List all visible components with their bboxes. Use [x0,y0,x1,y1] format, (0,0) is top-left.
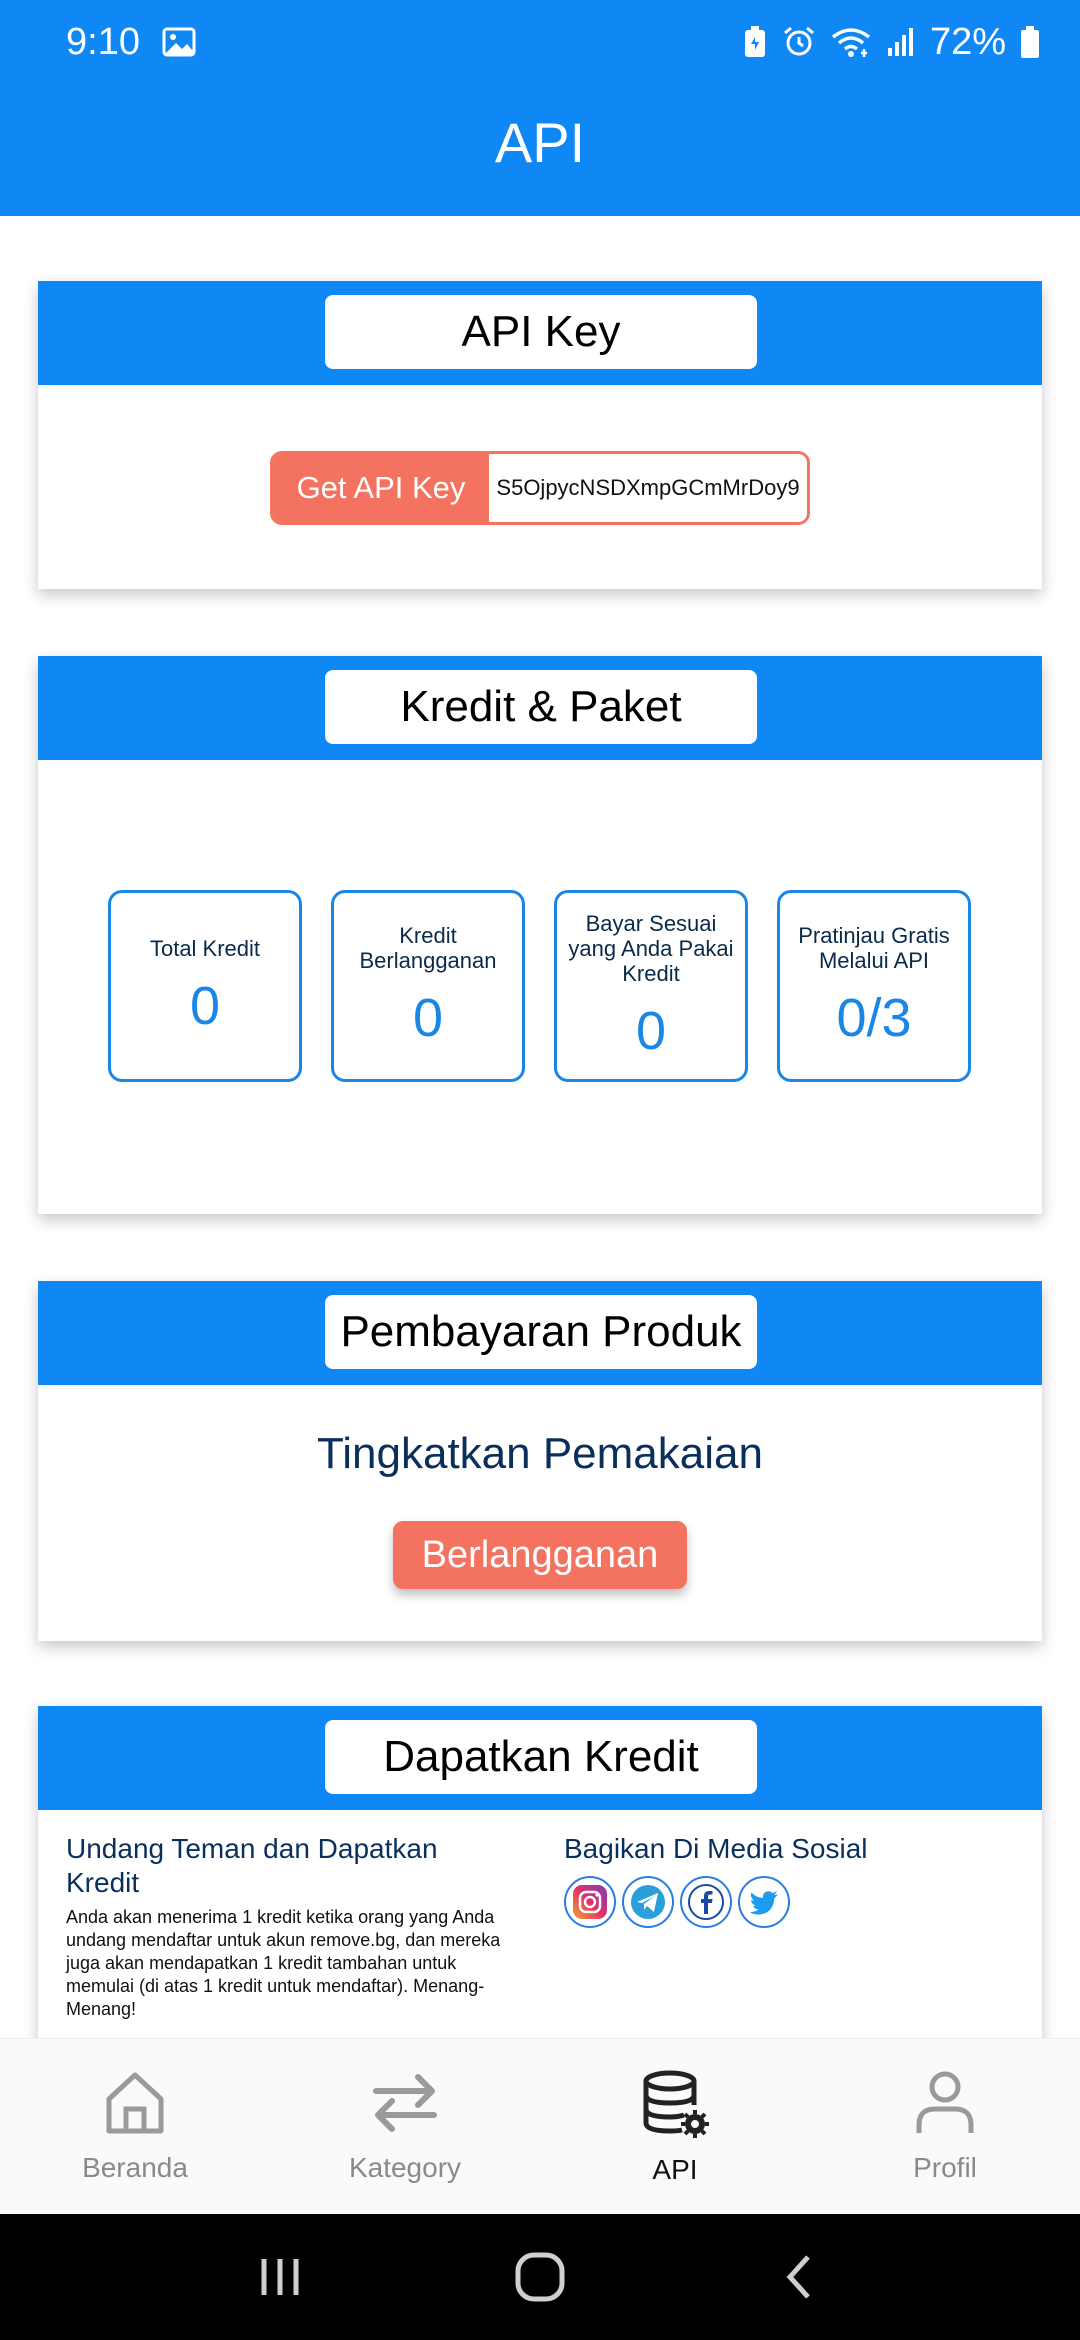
invite-description: Anda akan menerima 1 kredit ketika orang… [66,1907,501,2019]
nav-item-kategory[interactable]: Kategory [270,2039,540,2214]
card-header: Dapatkan Kredit [38,1706,1042,1810]
stat-label: Bayar Sesuai yang Anda Pakai Kredit [568,910,734,986]
instagram-icon[interactable] [564,1876,616,1928]
telegram-icon[interactable] [622,1876,674,1928]
nav-label: Profil [913,2152,977,2183]
upgrade-headline: Tingkatkan Pemakaian [317,1429,763,1478]
stat-label: Total Kredit [149,935,261,961]
database-gear-icon [640,2069,710,2144]
nav-item-api[interactable]: API [540,2039,810,2214]
swap-arrows-icon [370,2069,440,2142]
facebook-icon[interactable] [680,1876,732,1928]
gallery-icon [162,27,196,57]
stat-label: Pratinjau Gratis Melalui API [798,923,950,973]
status-bar: 9:10 72% [0,0,1080,84]
stat-bayar-sesuai: Bayar Sesuai yang Anda Pakai Kredit 0 [554,890,748,1082]
bottom-navigation: Beranda Kategory API Profil [0,2038,1080,2214]
battery-saver-icon [742,25,768,59]
card-header: API Key [38,281,1042,385]
nav-item-profil[interactable]: Profil [810,2039,1080,2214]
card-title: Dapatkan Kredit [325,1720,757,1794]
share-section: Bagikan Di Media Sosial [564,1832,1004,1928]
wifi-icon [830,25,872,59]
stat-kredit-berlangganan: Kredit Berlangganan 0 [331,890,525,1082]
get-api-key-button[interactable]: Get API Key [273,454,489,522]
api-key-card: API Key Get API Key S5OjpycNSDXmpGCmMrDo… [38,281,1042,589]
invite-section: Undang Teman dan Dapatkan Kredit Anda ak… [66,1832,516,2021]
alarm-icon [782,25,816,59]
stat-pratinjau-gratis: Pratinjau Gratis Melalui API 0/3 [777,890,971,1082]
stat-value: 0 [412,988,444,1048]
nav-label: Kategory [348,2152,462,2183]
battery-percent: 72% [929,20,1006,63]
app-header: 9:10 72% API [0,0,1080,216]
home-button-icon[interactable] [500,2237,580,2317]
social-buttons [564,1876,1004,1928]
stat-value: 0 [635,1000,667,1061]
pembayaran-produk-card: Pembayaran Produk Tingkatkan Pemakaian B… [38,1281,1042,1641]
stat-total-kredit: Total Kredit 0 [108,890,302,1082]
nav-item-beranda[interactable]: Beranda [0,2039,270,2214]
battery-icon [1020,25,1040,59]
stat-label: Kredit Berlangganan [359,923,497,973]
stat-value: 0/3 [836,988,912,1048]
status-time: 9:10 [66,20,140,63]
nav-label: Beranda [82,2152,188,2183]
twitter-icon[interactable] [738,1876,790,1928]
card-header: Pembayaran Produk [38,1281,1042,1385]
page-title: API [494,111,586,174]
subscribe-button[interactable]: Berlangganan [393,1521,687,1589]
card-title: Kredit & Paket [325,670,757,744]
recent-apps-icon[interactable] [240,2237,320,2317]
system-navigation-bar [0,2214,1080,2340]
dapatkan-kredit-card: Dapatkan Kredit Undang Teman dan Dapatka… [38,1706,1042,2046]
card-header: Kredit & Paket [38,656,1042,760]
card-title: Pembayaran Produk [325,1295,757,1369]
api-key-field[interactable]: S5OjpycNSDXmpGCmMrDoy9 [489,454,807,522]
signal-icon [886,26,916,58]
person-icon [913,2069,977,2142]
nav-label: API [652,2154,698,2185]
home-icon [103,2069,167,2142]
api-key-row: Get API Key S5OjpycNSDXmpGCmMrDoy9 [270,451,810,525]
share-title: Bagikan Di Media Sosial [564,1833,868,1864]
invite-title: Undang Teman dan Dapatkan Kredit [66,1833,438,1898]
stat-value: 0 [189,975,221,1036]
kredit-paket-card: Kredit & Paket Total Kredit 0 Kredit Ber… [38,656,1042,1214]
card-title: API Key [325,295,757,369]
back-icon[interactable] [760,2237,840,2317]
